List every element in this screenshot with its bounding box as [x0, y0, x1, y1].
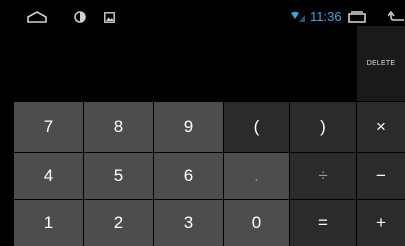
key-5[interactable]: 5	[84, 153, 153, 199]
key-6[interactable]: 6	[154, 153, 223, 199]
status-bar: 11:36	[0, 0, 405, 34]
key-7[interactable]: 7	[14, 102, 83, 152]
key-0[interactable]: 0	[224, 200, 289, 246]
key-divide[interactable]: ÷	[290, 153, 356, 199]
wifi-signal-icon	[288, 0, 308, 34]
key-8[interactable]: 8	[84, 102, 153, 152]
key-3[interactable]: 3	[154, 200, 223, 246]
key-equals[interactable]: =	[290, 200, 356, 246]
key-subtract[interactable]: −	[357, 153, 405, 199]
key-1[interactable]: 1	[14, 200, 83, 246]
key-multiply[interactable]: ×	[357, 102, 405, 152]
clock-time: 11:36	[310, 9, 342, 24]
display-area	[0, 34, 357, 101]
key-decimal[interactable]: .	[224, 153, 289, 199]
key-close-paren[interactable]: )	[290, 102, 356, 152]
home-outline-icon	[24, 0, 50, 34]
key-add[interactable]: +	[357, 200, 405, 246]
delete-button[interactable]: DELETE	[357, 26, 405, 101]
key-9[interactable]: 9	[154, 102, 223, 152]
brightness-icon	[72, 0, 88, 34]
image-icon	[102, 0, 116, 34]
key-4[interactable]: 4	[14, 153, 83, 199]
calculator-screen: 11:36 DELETE 7 8 9 ( ) × 4 5 6 . ÷ − 1 2…	[0, 0, 405, 246]
key-open-paren[interactable]: (	[224, 102, 289, 152]
key-2[interactable]: 2	[84, 200, 153, 246]
